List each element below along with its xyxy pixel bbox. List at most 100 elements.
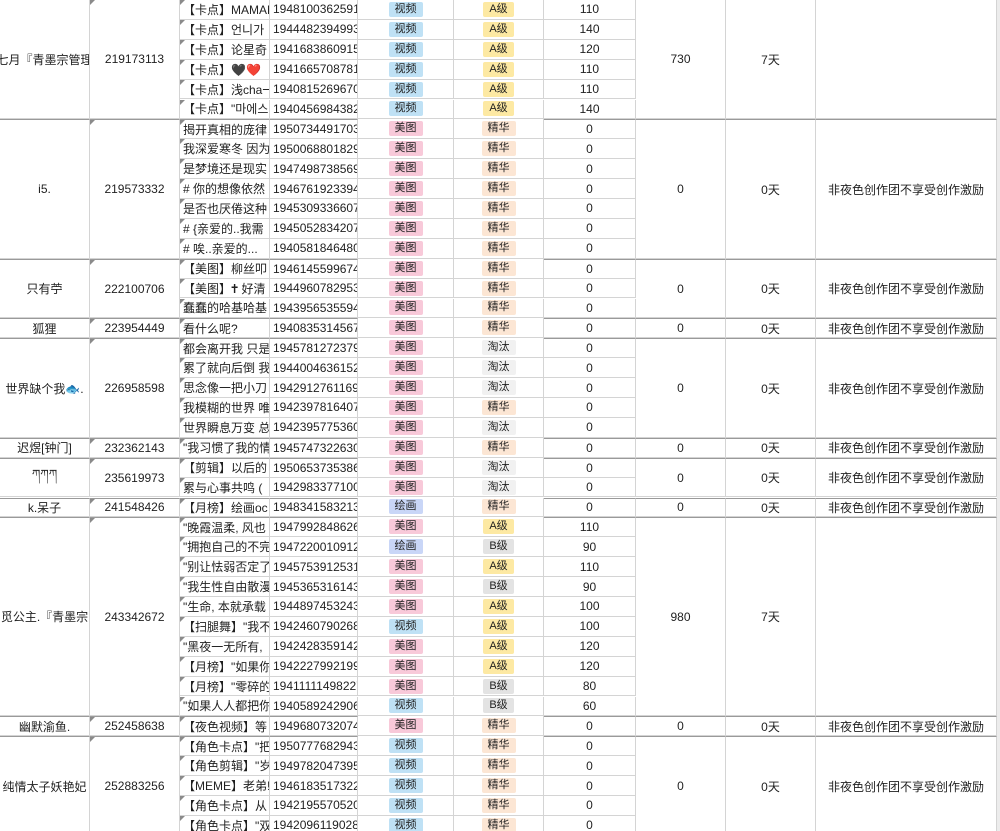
work-score-cell[interactable]: 0 [544, 497, 636, 518]
note-cell[interactable]: 非夜色创作团不享受创作激励 [816, 736, 997, 831]
reward-days-cell[interactable]: 0天 [726, 457, 816, 498]
work-id-cell[interactable]: 19421955705208 [270, 796, 358, 816]
work-score-cell[interactable]: 0 [544, 796, 636, 816]
work-level-tag-cell[interactable]: 淘汰 [454, 417, 544, 438]
work-id-cell[interactable]: 19457473226303 [270, 437, 358, 458]
work-level-tag-cell[interactable]: 精华 [454, 318, 544, 339]
work-title-cell[interactable]: 【卡点】MAMAMOO [180, 0, 270, 20]
work-level-tag-cell[interactable]: 淘汰 [454, 477, 544, 498]
work-score-cell[interactable]: 0 [544, 736, 636, 757]
work-type-tag-cell[interactable]: 视频 [358, 19, 454, 40]
work-title-cell[interactable]: 【角色卡点】从 [180, 796, 270, 816]
note-cell[interactable]: 非夜色创作团不享受创作激励 [816, 119, 997, 259]
note-cell[interactable]: 非夜色创作团不享受创作激励 [816, 497, 997, 518]
work-score-cell[interactable]: 0 [544, 358, 636, 379]
work-title-cell[interactable]: # {亲爱的..我需 [180, 218, 270, 239]
work-id-cell[interactable]: 19404569843826 [270, 99, 358, 120]
author-id-cell[interactable]: 222100706 [90, 258, 180, 319]
work-level-tag-cell[interactable]: 淘汰 [454, 457, 544, 478]
total-points-cell[interactable]: 0 [636, 119, 726, 259]
reward-days-cell[interactable]: 0天 [726, 318, 816, 339]
work-level-tag-cell[interactable]: 精华 [454, 437, 544, 458]
work-level-tag-cell[interactable]: B级 [454, 577, 544, 597]
work-title-cell[interactable]: "黑夜一无所有, [180, 636, 270, 657]
work-level-tag-cell[interactable]: A级 [454, 517, 544, 538]
work-level-tag-cell[interactable]: 精华 [454, 756, 544, 777]
work-title-cell[interactable]: "如果人人都把你 [180, 696, 270, 717]
reward-days-cell[interactable]: 0天 [726, 119, 816, 259]
work-id-cell[interactable]: 19496807320746 [270, 716, 358, 737]
reward-days-cell[interactable]: 0天 [726, 437, 816, 458]
work-score-cell[interactable]: 140 [544, 99, 636, 120]
work-score-cell[interactable]: 110 [544, 0, 636, 20]
author-id-cell[interactable]: 223954449 [90, 318, 180, 339]
work-score-cell[interactable]: 0 [544, 199, 636, 219]
work-title-cell[interactable]: 【扫腿舞】"我不 [180, 616, 270, 637]
work-score-cell[interactable]: 110 [544, 79, 636, 100]
work-score-cell[interactable]: 0 [544, 457, 636, 478]
work-score-cell[interactable]: 0 [544, 159, 636, 180]
spreadsheet-grid[interactable]: 七月『青墨宗管理2191731137307天【卡点】MAMAMOO1948100… [0, 0, 1000, 831]
work-score-cell[interactable]: 0 [544, 417, 636, 438]
work-id-cell[interactable]: 19507776829436 [270, 736, 358, 757]
work-score-cell[interactable]: 0 [544, 756, 636, 777]
work-level-tag-cell[interactable]: B级 [454, 537, 544, 558]
work-score-cell[interactable]: 80 [544, 676, 636, 697]
work-title-cell[interactable]: 【MEME】老弟! [180, 776, 270, 796]
work-id-cell[interactable]: 19405818464800 [270, 238, 358, 259]
note-cell[interactable]: 非夜色创作团不享受创作激励 [816, 457, 997, 498]
note-cell[interactable]: 非夜色创作团不享受创作激励 [816, 318, 997, 339]
work-type-tag-cell[interactable]: 视频 [358, 59, 454, 80]
work-level-tag-cell[interactable]: 淘汰 [454, 338, 544, 359]
work-type-tag-cell[interactable]: 美图 [358, 676, 454, 697]
work-type-tag-cell[interactable]: 视频 [358, 736, 454, 757]
work-id-cell[interactable]: 19440046361523 [270, 358, 358, 379]
work-score-cell[interactable]: 110 [544, 59, 636, 80]
work-level-tag-cell[interactable]: 淘汰 [454, 378, 544, 398]
work-score-cell[interactable]: 90 [544, 577, 636, 597]
work-score-cell[interactable]: 0 [544, 477, 636, 498]
work-level-tag-cell[interactable]: A级 [454, 99, 544, 120]
work-id-cell[interactable]: 19506537353860 [270, 457, 358, 478]
note-cell[interactable]: 非夜色创作团不享受创作激励 [816, 338, 997, 438]
work-title-cell[interactable]: 看什么呢? [180, 318, 270, 339]
work-title-cell[interactable]: 【角色卡点】"双 [180, 815, 270, 831]
work-score-cell[interactable]: 0 [544, 318, 636, 339]
work-id-cell[interactable]: 19474987385697 [270, 159, 358, 180]
work-level-tag-cell[interactable]: 精华 [454, 278, 544, 299]
work-title-cell[interactable]: "拥抱自己的不完 [180, 537, 270, 558]
work-type-tag-cell[interactable]: 美图 [358, 557, 454, 578]
work-title-cell[interactable]: 【剪辑】以后的 [180, 457, 270, 478]
total-points-cell[interactable]: 0 [636, 318, 726, 339]
author-id-cell[interactable]: 219573332 [90, 119, 180, 259]
work-type-tag-cell[interactable]: 视频 [358, 696, 454, 717]
work-title-cell[interactable]: 【卡点】🖤❤️ [180, 59, 270, 80]
note-cell[interactable]: 非夜色创作团不享受创作激励 [816, 258, 997, 319]
work-level-tag-cell[interactable]: A级 [454, 656, 544, 677]
work-id-cell[interactable]: 19416838609158 [270, 39, 358, 60]
work-level-tag-cell[interactable]: 精华 [454, 398, 544, 418]
reward-days-cell[interactable]: 7天 [726, 517, 816, 717]
work-type-tag-cell[interactable]: 美图 [358, 477, 454, 498]
work-id-cell[interactable]: 19457812723794 [270, 338, 358, 359]
work-level-tag-cell[interactable]: 淘汰 [454, 358, 544, 379]
work-score-cell[interactable]: 0 [544, 139, 636, 160]
work-level-tag-cell[interactable]: 精华 [454, 179, 544, 199]
work-type-tag-cell[interactable]: 美图 [358, 238, 454, 259]
work-id-cell[interactable]: 19405892429064 [270, 696, 358, 717]
work-type-tag-cell[interactable]: 美图 [358, 378, 454, 398]
work-title-cell[interactable]: 蠢蠢的哈基哈基 [180, 298, 270, 319]
work-score-cell[interactable]: 100 [544, 597, 636, 617]
work-level-tag-cell[interactable]: A级 [454, 0, 544, 20]
work-id-cell[interactable]: 19424283591424 [270, 636, 358, 657]
work-title-cell[interactable]: 【美图】🕇 好清 [180, 278, 270, 299]
work-type-tag-cell[interactable]: 美图 [358, 398, 454, 418]
work-level-tag-cell[interactable]: A级 [454, 19, 544, 40]
work-id-cell[interactable]: 19439565355944 [270, 298, 358, 319]
work-id-cell[interactable]: 19422279921997 [270, 656, 358, 677]
work-level-tag-cell[interactable]: 精华 [454, 258, 544, 279]
work-id-cell[interactable]: 19481003625910 [270, 0, 358, 20]
author-id-cell[interactable]: 232362143 [90, 437, 180, 458]
work-type-tag-cell[interactable]: 视频 [358, 756, 454, 777]
work-score-cell[interactable]: 0 [544, 815, 636, 831]
